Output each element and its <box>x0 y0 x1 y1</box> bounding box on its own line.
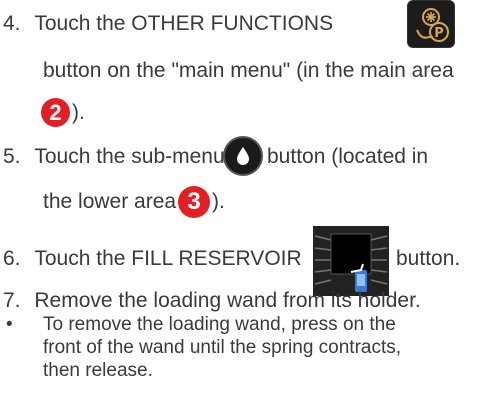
step-4-line1: 4. Touch the OTHER FUNCTIONS <box>3 12 333 36</box>
step-6-end: button. <box>396 247 461 270</box>
area-badge-3: 3 <box>178 186 210 218</box>
bullet-symbol: • <box>6 314 13 335</box>
step-4-close: ). <box>72 101 85 124</box>
area-badge-2: 2 <box>41 98 70 127</box>
step-5-line2: the lower area <box>43 190 176 214</box>
step-text: Remove the loading wand from its holder. <box>34 289 421 312</box>
step-text: button on the "main menu" (in the main a… <box>43 59 454 82</box>
step-5-close: ). <box>212 190 225 213</box>
fill-reservoir-button-icon <box>313 226 389 296</box>
step-number: 6. <box>3 247 21 270</box>
step-number: 7. <box>3 289 21 312</box>
step-text: Touch the FILL RESERVOIR <box>34 247 302 270</box>
bullet-line-2: front of the wand until the spring contr… <box>43 337 402 358</box>
step-7-line: 7. Remove the loading wand from its hold… <box>3 289 421 313</box>
step-5-line1: 5. Touch the sub-menu <box>3 145 225 169</box>
step-text: Touch the sub-menu <box>34 145 225 168</box>
drop-button-icon <box>223 136 263 176</box>
step-number: 4. <box>3 12 21 35</box>
water-drop-icon <box>237 147 249 165</box>
step-5-line1-end: button (located in <box>267 145 429 168</box>
bullet-line-1: To remove the loading wand, press on the <box>43 314 396 335</box>
fill-reservoir-icon <box>314 233 388 292</box>
step-text: the lower area <box>43 190 177 213</box>
step-number: 5. <box>3 145 21 168</box>
step-6-line: 6. Touch the FILL RESERVOIR <box>3 247 302 271</box>
svg-text:P: P <box>434 26 444 41</box>
step-4-line2: button on the "main menu" (in the main a… <box>43 59 454 83</box>
step-text: Touch the OTHER FUNCTIONS <box>34 12 334 35</box>
bullet-line-3: then release. <box>43 360 153 381</box>
other-functions-button-icon: P <box>407 0 455 48</box>
other-functions-icon: P <box>416 8 449 42</box>
